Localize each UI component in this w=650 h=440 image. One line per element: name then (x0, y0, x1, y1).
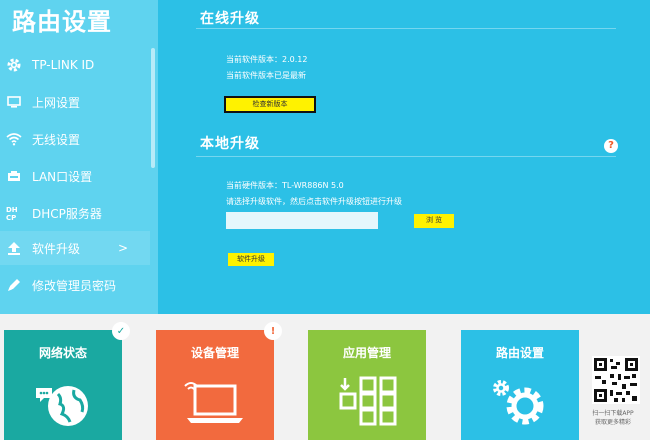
chevron-right-icon: > (117, 241, 128, 255)
checkmark-icon: ✓ (112, 322, 130, 340)
monitor-icon (6, 94, 22, 110)
svg-text:CP: CP (6, 214, 16, 221)
svg-text:DH: DH (6, 206, 18, 214)
laptop-icon (184, 382, 243, 423)
sidebar: 路由设置 TP-LINK ID 上网设置 无线设置 LAN口设置 DH CP DH… (0, 0, 158, 314)
sidebar-item-software-upgrade[interactable]: 软件升级 > (0, 231, 150, 265)
sidebar-item-tplink-id[interactable]: TP-LINK ID (0, 48, 150, 82)
upgrade-instruction: 请选择升级软件，然后点击软件升级按钮进行升级 (226, 197, 402, 206)
bottom-nav: 网络状态 ✓ 设备管理 ! 应用管理 路由设置 扫一扫下载APP 获取更多精彩 (0, 314, 650, 440)
dhcp-icon: DH CP (6, 205, 22, 221)
sidebar-item-label: 软件升级 (32, 241, 81, 256)
online-upgrade-title: 在线升级 (200, 11, 260, 27)
sidebar-item-label: 上网设置 (32, 95, 81, 110)
check-update-button[interactable]: 检查新版本 (224, 96, 316, 113)
sidebar-item-lan[interactable]: LAN口设置 (0, 159, 150, 193)
qr-code-icon (592, 356, 640, 404)
tile-device-management[interactable]: 设备管理 ! (156, 322, 282, 440)
software-upgrade-button[interactable]: 软件升级 (228, 253, 274, 266)
tile-label: 路由设置 (495, 346, 544, 360)
qr-caption: 获取更多精彩 (594, 419, 631, 426)
firmware-file-input[interactable] (226, 212, 378, 229)
qr-caption: 扫一扫下载APP (592, 410, 634, 417)
current-software-version: 当前软件版本：2.0.12 (226, 55, 308, 64)
lan-port-icon (6, 168, 22, 184)
sidebar-item-label: DHCP服务器 (32, 206, 102, 221)
sidebar-scrollbar[interactable] (151, 48, 155, 168)
tile-label: 应用管理 (342, 346, 391, 360)
tile-label: 网络状态 (38, 346, 87, 360)
wifi-icon (6, 131, 22, 147)
gears-icon (493, 380, 544, 425)
sidebar-title: 路由设置 (12, 8, 112, 36)
sidebar-item-dhcp[interactable]: DH CP DHCP服务器 (0, 196, 150, 230)
globe-icon (36, 386, 88, 426)
divider (196, 28, 616, 29)
alert-icon: ! (264, 322, 282, 340)
sidebar-item-wireless[interactable]: 无线设置 (0, 122, 150, 156)
tile-router-settings[interactable]: 路由设置 (461, 330, 579, 440)
tile-network-status[interactable]: 网络状态 ✓ (4, 322, 130, 440)
divider (196, 156, 616, 157)
browse-button[interactable]: 浏 览 (414, 214, 454, 228)
local-upgrade-title: 本地升级 (200, 136, 260, 152)
app-grid-icon (339, 376, 397, 426)
sidebar-item-admin-password[interactable]: 修改管理员密码 (0, 268, 150, 302)
tile-app-management[interactable]: 应用管理 (308, 330, 426, 440)
sidebar-item-label: TP-LINK ID (32, 58, 95, 72)
sidebar-item-label: LAN口设置 (32, 169, 93, 184)
version-status: 当前软件版本已是最新 (226, 71, 306, 80)
pencil-icon (6, 277, 22, 293)
tile-label: 设备管理 (190, 346, 239, 360)
help-icon[interactable]: ? (604, 139, 618, 153)
main-content: 在线升级 当前软件版本：2.0.12 当前软件版本已是最新 检查新版本 本地升级… (158, 0, 650, 314)
upload-icon (6, 240, 22, 256)
sidebar-item-internet[interactable]: 上网设置 (0, 85, 150, 119)
gear-icon (6, 57, 22, 73)
sidebar-item-label: 无线设置 (32, 132, 81, 147)
current-hardware-version: 当前硬件版本：TL-WR886N 5.0 (226, 181, 344, 190)
sidebar-item-label: 修改管理员密码 (32, 278, 117, 293)
